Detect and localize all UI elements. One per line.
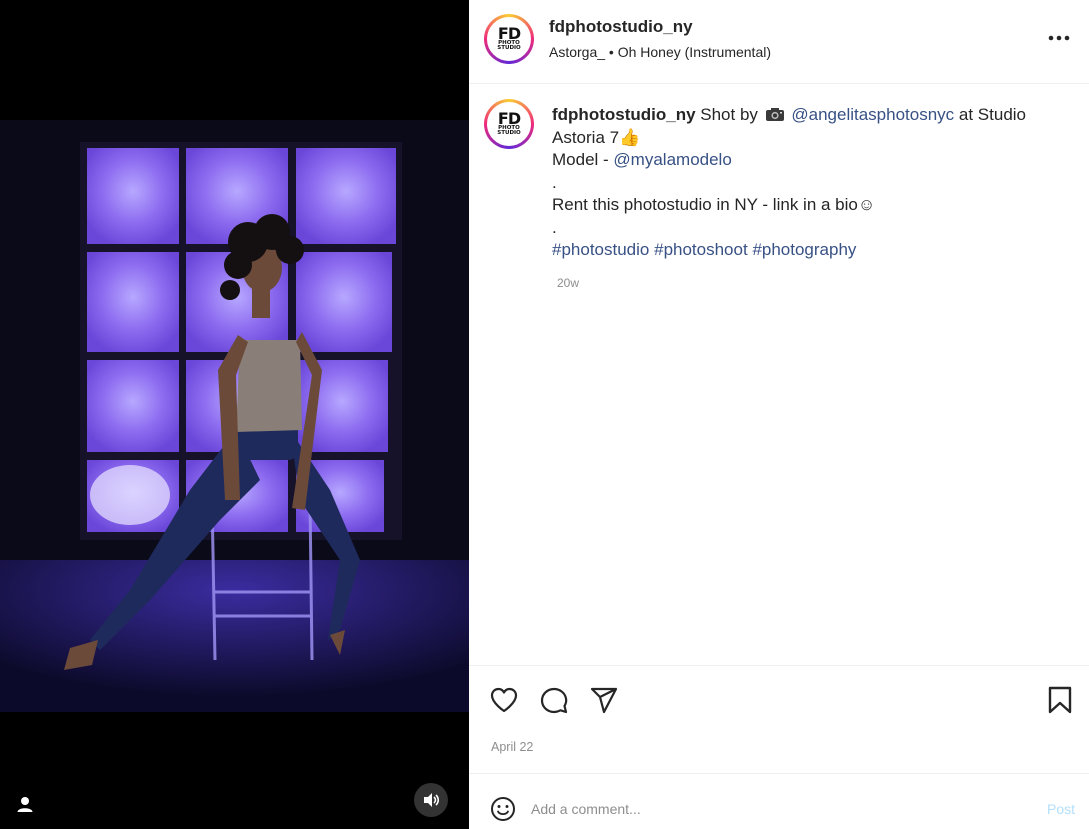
- caption-model-prefix: Model -: [552, 150, 614, 169]
- mention-photographer-link[interactable]: @angelitasphotosnyc: [791, 105, 954, 124]
- comment-input[interactable]: [531, 798, 1011, 820]
- post-date[interactable]: April 22: [491, 740, 533, 754]
- emoji-icon[interactable]: [490, 796, 516, 822]
- audio-track-link[interactable]: Astorga_ • Oh Honey (Instrumental): [549, 44, 771, 60]
- post-media[interactable]: [0, 0, 469, 829]
- hashtag-link[interactable]: #photoshoot: [654, 240, 748, 259]
- post-photo[interactable]: [0, 120, 469, 712]
- caption-dot-1: .: [552, 172, 557, 192]
- post-sidebar: FD PHOTO STUDIO fdphotostudio_ny Astorga…: [469, 0, 1089, 829]
- caption-avatar-logo-fd: FD: [497, 108, 521, 128]
- header-username[interactable]: fdphotostudio_ny: [549, 17, 693, 37]
- post-caption: fdphotostudio_ny Shot by @angelitasphoto…: [552, 104, 1062, 262]
- heart-icon[interactable]: [488, 684, 520, 716]
- post-header: FD PHOTO STUDIO fdphotostudio_ny Astorga…: [469, 0, 1089, 84]
- caption-line-model: Model - @myalamodelo: [552, 149, 1062, 172]
- caption-rent-text: Rent this photostudio in NY - link in a …: [552, 195, 876, 214]
- comment-bar: Post: [469, 773, 1089, 829]
- caption-avatar[interactable]: FD PHOTO STUDIO: [484, 99, 534, 149]
- caption-hashtags: #photostudio #photoshoot #photography: [552, 239, 1062, 262]
- comment-icon[interactable]: [538, 684, 570, 716]
- hashtag-link[interactable]: #photography: [752, 240, 856, 259]
- sound-toggle-button[interactable]: [414, 783, 448, 817]
- avatar-logo-fd: FD: [497, 23, 521, 43]
- camera-emoji-icon: [765, 108, 784, 121]
- caption-avatar-logo-studio: STUDIO: [497, 130, 521, 136]
- hashtag-link[interactable]: #photostudio: [552, 240, 649, 259]
- caption-text-shot-by: Shot by: [695, 105, 763, 124]
- post-comment-button[interactable]: Post: [1047, 801, 1075, 817]
- caption-username[interactable]: fdphotostudio_ny: [552, 105, 696, 124]
- speaker-icon: [424, 793, 440, 807]
- user-tag-icon[interactable]: [14, 794, 36, 816]
- bookmark-icon[interactable]: [1044, 684, 1076, 716]
- action-bar: April 22: [469, 665, 1089, 773]
- thumbs-up-emoji-icon: 👍: [619, 127, 641, 147]
- avatar-logo-studio: STUDIO: [497, 45, 521, 51]
- photo-illustration: [0, 120, 469, 712]
- caption-line-1: fdphotostudio_ny Shot by @angelitasphoto…: [552, 104, 1062, 149]
- paper-plane-icon[interactable]: [588, 684, 620, 716]
- caption-age[interactable]: 20w: [557, 276, 579, 290]
- caption-dot-2: .: [552, 217, 557, 237]
- mention-model-link[interactable]: @myalamodelo: [613, 150, 731, 169]
- more-options-icon[interactable]: [1047, 30, 1071, 46]
- avatar[interactable]: FD PHOTO STUDIO: [484, 14, 534, 64]
